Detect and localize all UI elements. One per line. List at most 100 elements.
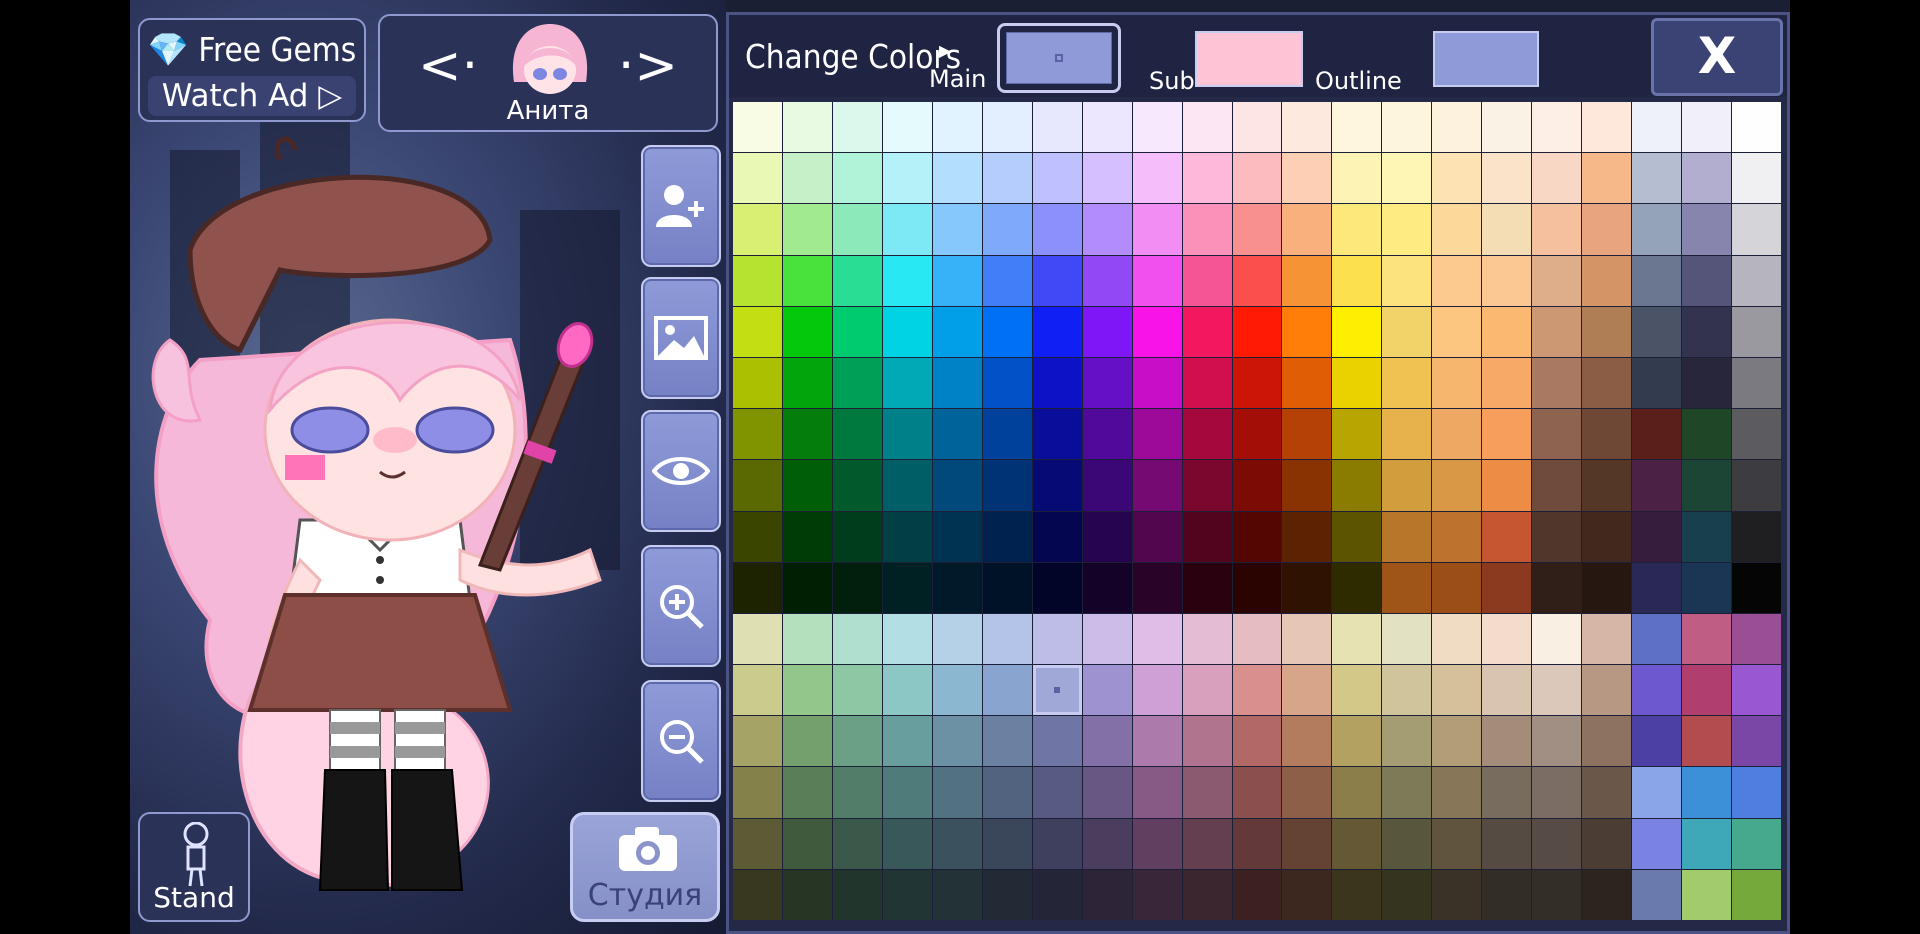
color-swatch[interactable]	[1232, 460, 1282, 511]
color-swatch[interactable]	[1332, 562, 1382, 613]
color-swatch[interactable]	[1432, 460, 1482, 511]
color-swatch[interactable]	[782, 613, 832, 665]
color-swatch[interactable]	[1632, 255, 1682, 306]
color-swatch[interactable]	[1282, 716, 1332, 767]
color-swatch[interactable]	[1382, 357, 1432, 409]
color-swatch[interactable]	[1382, 255, 1432, 306]
color-swatch[interactable]	[1582, 204, 1632, 255]
color-swatch[interactable]	[1132, 665, 1182, 716]
color-swatch[interactable]	[1182, 613, 1232, 665]
color-swatch[interactable]	[1232, 255, 1282, 306]
color-swatch[interactable]	[1132, 204, 1182, 255]
color-swatch[interactable]	[733, 716, 782, 767]
color-swatch[interactable]	[982, 102, 1032, 153]
color-swatch[interactable]	[1232, 818, 1282, 869]
color-swatch[interactable]	[1482, 153, 1532, 204]
color-swatch[interactable]	[1582, 562, 1632, 613]
color-swatch[interactable]	[832, 511, 882, 562]
color-swatch[interactable]	[832, 716, 882, 767]
color-swatch[interactable]	[1732, 562, 1781, 613]
color-swatch[interactable]	[733, 409, 782, 460]
color-swatch[interactable]	[932, 767, 982, 818]
color-swatch[interactable]	[832, 460, 882, 511]
color-swatch[interactable]	[982, 306, 1032, 357]
color-swatch[interactable]	[1332, 665, 1382, 716]
color-swatch[interactable]	[1382, 460, 1432, 511]
color-swatch[interactable]	[1632, 613, 1682, 665]
color-swatch[interactable]	[1132, 818, 1182, 869]
color-swatch[interactable]	[932, 153, 982, 204]
color-swatch[interactable]	[733, 102, 782, 153]
color-swatch[interactable]	[1232, 767, 1282, 818]
color-swatch[interactable]	[932, 665, 982, 716]
color-swatch[interactable]	[1582, 409, 1632, 460]
color-swatch[interactable]	[1382, 818, 1432, 869]
color-swatch[interactable]	[832, 869, 882, 920]
color-swatch[interactable]	[1082, 255, 1132, 306]
outline-color-swatch[interactable]	[1433, 31, 1539, 87]
color-swatch[interactable]	[1132, 306, 1182, 357]
color-swatch[interactable]	[1382, 306, 1432, 357]
color-swatch[interactable]	[1132, 869, 1182, 920]
color-swatch[interactable]	[1332, 869, 1382, 920]
color-swatch[interactable]	[1732, 204, 1781, 255]
color-swatch[interactable]	[832, 562, 882, 613]
color-swatch[interactable]	[932, 255, 982, 306]
color-swatch[interactable]	[1232, 153, 1282, 204]
watch-ad-button[interactable]: Watch Ad ▷	[148, 76, 356, 116]
color-swatch[interactable]	[1082, 716, 1132, 767]
color-swatch[interactable]	[1182, 102, 1232, 153]
color-swatch[interactable]	[1032, 409, 1082, 460]
color-swatch[interactable]	[1582, 613, 1632, 665]
color-swatch[interactable]	[782, 409, 832, 460]
color-swatch[interactable]	[1332, 460, 1382, 511]
color-swatch[interactable]	[882, 869, 932, 920]
color-swatch[interactable]	[1282, 460, 1332, 511]
free-gems-button[interactable]: 💎 Free Gems Watch Ad ▷	[138, 18, 366, 122]
color-swatch[interactable]	[782, 204, 832, 255]
color-swatch[interactable]	[1482, 767, 1532, 818]
color-swatch[interactable]	[1032, 204, 1082, 255]
color-swatch[interactable]	[1232, 204, 1282, 255]
color-swatch[interactable]	[733, 818, 782, 869]
color-swatch[interactable]	[1632, 357, 1682, 409]
color-swatch[interactable]	[1532, 767, 1582, 818]
color-swatch[interactable]	[882, 255, 932, 306]
color-swatch[interactable]	[1332, 511, 1382, 562]
color-swatch[interactable]	[932, 357, 982, 409]
color-swatch[interactable]	[1082, 869, 1132, 920]
color-swatch[interactable]	[1282, 511, 1332, 562]
color-swatch[interactable]	[733, 767, 782, 818]
color-swatch[interactable]	[1532, 204, 1582, 255]
color-swatch[interactable]	[782, 511, 832, 562]
color-swatch[interactable]	[1632, 306, 1682, 357]
color-swatch[interactable]	[733, 869, 782, 920]
color-swatch[interactable]	[1282, 255, 1332, 306]
color-swatch[interactable]	[1482, 613, 1532, 665]
color-swatch[interactable]	[1182, 869, 1232, 920]
color-swatch[interactable]	[1432, 409, 1482, 460]
color-swatch[interactable]	[1682, 255, 1732, 306]
color-swatch[interactable]	[1732, 153, 1781, 204]
color-swatch[interactable]	[1482, 102, 1532, 153]
color-swatch[interactable]	[1682, 562, 1732, 613]
color-swatch[interactable]	[882, 716, 932, 767]
color-swatch[interactable]	[1482, 716, 1532, 767]
color-swatch[interactable]	[982, 511, 1032, 562]
color-swatch[interactable]	[1582, 357, 1632, 409]
color-swatch[interactable]	[1032, 102, 1082, 153]
color-swatch[interactable]	[1532, 818, 1582, 869]
color-swatch[interactable]	[1732, 460, 1781, 511]
color-swatch[interactable]	[1182, 153, 1232, 204]
color-swatch[interactable]	[1082, 562, 1132, 613]
color-swatch[interactable]	[1332, 409, 1382, 460]
color-swatch[interactable]	[882, 102, 932, 153]
color-swatch[interactable]	[733, 153, 782, 204]
zoom-in-button[interactable]	[641, 545, 721, 667]
color-swatch[interactable]	[982, 818, 1032, 869]
color-swatch[interactable]	[1582, 153, 1632, 204]
color-swatch[interactable]	[1232, 716, 1282, 767]
color-swatch[interactable]	[1282, 102, 1332, 153]
background-button[interactable]	[641, 277, 721, 399]
color-swatch[interactable]	[1082, 665, 1132, 716]
